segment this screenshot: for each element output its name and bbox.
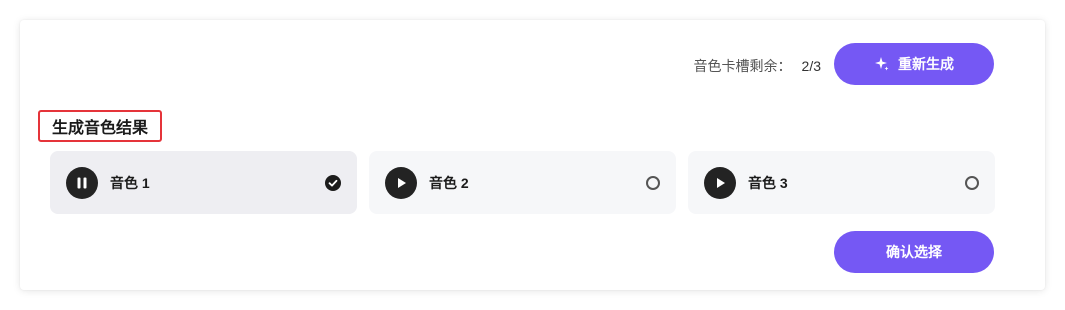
sparkle-icon	[875, 57, 889, 71]
play-button[interactable]	[385, 166, 417, 199]
voice-option-label: 音色 2	[429, 174, 469, 191]
play-button[interactable]	[704, 166, 736, 199]
voice-option-label: 音色 1	[110, 174, 150, 191]
slot-quota: 音色卡槽剩余： 2/3	[694, 56, 821, 76]
slot-quota-label: 音色卡槽剩余：	[693, 58, 792, 74]
voice-result-card: 音色卡槽剩余： 2/3 重新生成 生成音色结果 音色 1 音色 2 音色 3 确…	[20, 20, 1045, 290]
section-title-text: 生成音色结果	[52, 120, 149, 137]
confirm-selection-label: 确认选择	[886, 244, 942, 260]
check-circle-icon[interactable]	[325, 174, 341, 191]
play-icon	[398, 177, 406, 188]
radio-unselected-icon[interactable]	[965, 175, 979, 190]
pause-button[interactable]	[66, 166, 98, 199]
voice-option-1[interactable]: 音色 1	[50, 151, 357, 214]
regenerate-label: 重新生成	[898, 56, 954, 72]
confirm-selection-button[interactable]: 确认选择	[834, 231, 994, 273]
regenerate-button[interactable]: 重新生成	[834, 43, 994, 85]
voice-option-2[interactable]: 音色 2	[369, 151, 676, 214]
radio-unselected-icon[interactable]	[646, 175, 660, 190]
voice-options: 音色 1 音色 2 音色 3	[50, 151, 995, 214]
voice-option-label: 音色 3	[748, 174, 788, 191]
pause-icon	[77, 177, 87, 188]
play-icon	[717, 177, 725, 188]
voice-option-3[interactable]: 音色 3	[688, 151, 995, 214]
section-title: 生成音色结果	[38, 110, 162, 142]
slot-quota-value: 2/3	[801, 58, 821, 74]
